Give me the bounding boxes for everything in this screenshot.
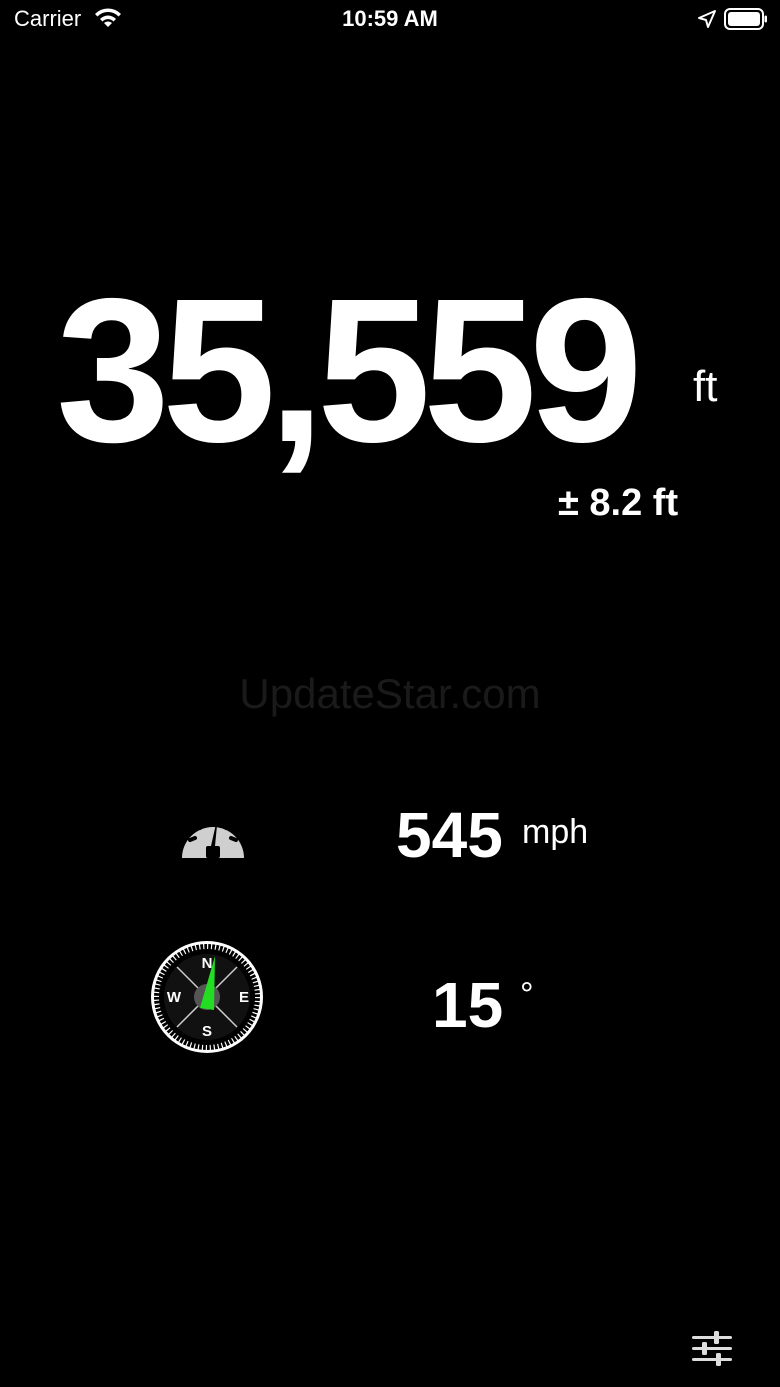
compass-west-label: W <box>167 989 182 1006</box>
altitude-value: 35,559 <box>56 256 643 485</box>
speed-value: 545 <box>396 799 503 871</box>
speedometer-icon <box>182 810 244 858</box>
settings-sliders-icon[interactable] <box>692 1330 732 1368</box>
battery-icon <box>724 8 767 30</box>
status-bar: Carrier 10:59 AM <box>0 0 780 40</box>
altitude-accuracy: ± 8.2 ft <box>558 482 679 524</box>
compass-north-label: N <box>202 955 213 972</box>
status-time: 10:59 AM <box>342 6 438 31</box>
speed-unit: mph <box>522 813 589 851</box>
compass-south-label: S <box>202 1023 212 1040</box>
heading-unit: ° <box>520 976 534 1014</box>
heading-value: 15 <box>432 969 504 1041</box>
location-arrow-icon <box>698 10 716 28</box>
compass-east-label: E <box>239 989 249 1006</box>
watermark: UpdateStar.com <box>239 670 541 717</box>
altitude-unit: ft <box>693 362 718 411</box>
compass-icon: N S E W <box>151 941 263 1053</box>
